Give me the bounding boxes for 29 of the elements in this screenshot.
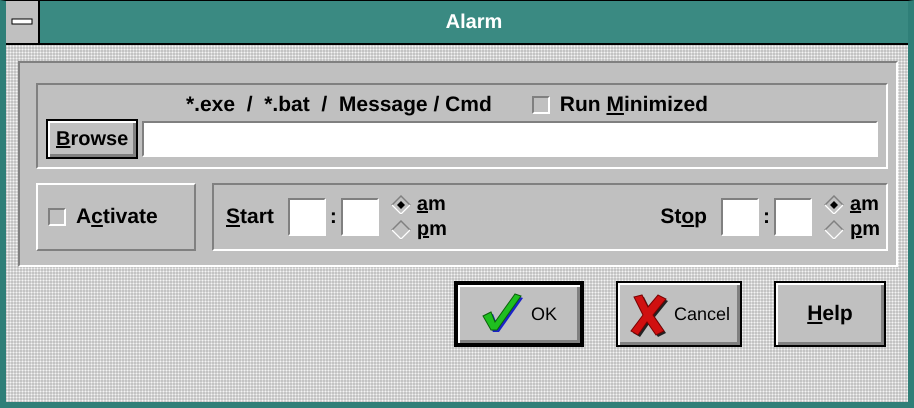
period-label: pm bbox=[416, 218, 447, 241]
window-title: Alarm bbox=[444, 10, 504, 34]
command-caption: *.exe / *.bat / Message / Cmd bbox=[186, 93, 492, 117]
run-minimized-label: Run Minimized bbox=[560, 93, 708, 117]
radio-button[interactable] bbox=[390, 194, 411, 214]
browse-button[interactable]: Browse bbox=[46, 119, 138, 159]
radio-button[interactable] bbox=[390, 220, 411, 240]
period-label: am bbox=[416, 193, 446, 216]
period-label: pm bbox=[850, 218, 880, 241]
cancel-button[interactable]: Cancel bbox=[616, 281, 742, 347]
checkbox[interactable] bbox=[532, 96, 550, 114]
command-field[interactable] bbox=[142, 121, 878, 157]
minus-icon bbox=[11, 18, 33, 26]
period-label: am bbox=[850, 193, 879, 216]
radio-button[interactable] bbox=[824, 194, 844, 214]
time-label: Stop bbox=[660, 205, 707, 229]
ok-button[interactable]: OK bbox=[454, 281, 584, 347]
checkbox[interactable] bbox=[48, 208, 66, 226]
activate-label: Activate bbox=[76, 205, 158, 229]
minute-field[interactable] bbox=[774, 198, 812, 236]
time-label: Start bbox=[226, 205, 274, 229]
radio-button[interactable] bbox=[824, 220, 844, 240]
hour-field[interactable] bbox=[288, 198, 326, 236]
system-menu-button[interactable] bbox=[6, 1, 40, 43]
time-separator: : bbox=[762, 205, 770, 229]
hour-field[interactable] bbox=[720, 198, 759, 236]
minute-field[interactable] bbox=[340, 198, 379, 236]
help-button[interactable]: Help bbox=[774, 281, 886, 347]
time-separator: : bbox=[330, 205, 337, 229]
